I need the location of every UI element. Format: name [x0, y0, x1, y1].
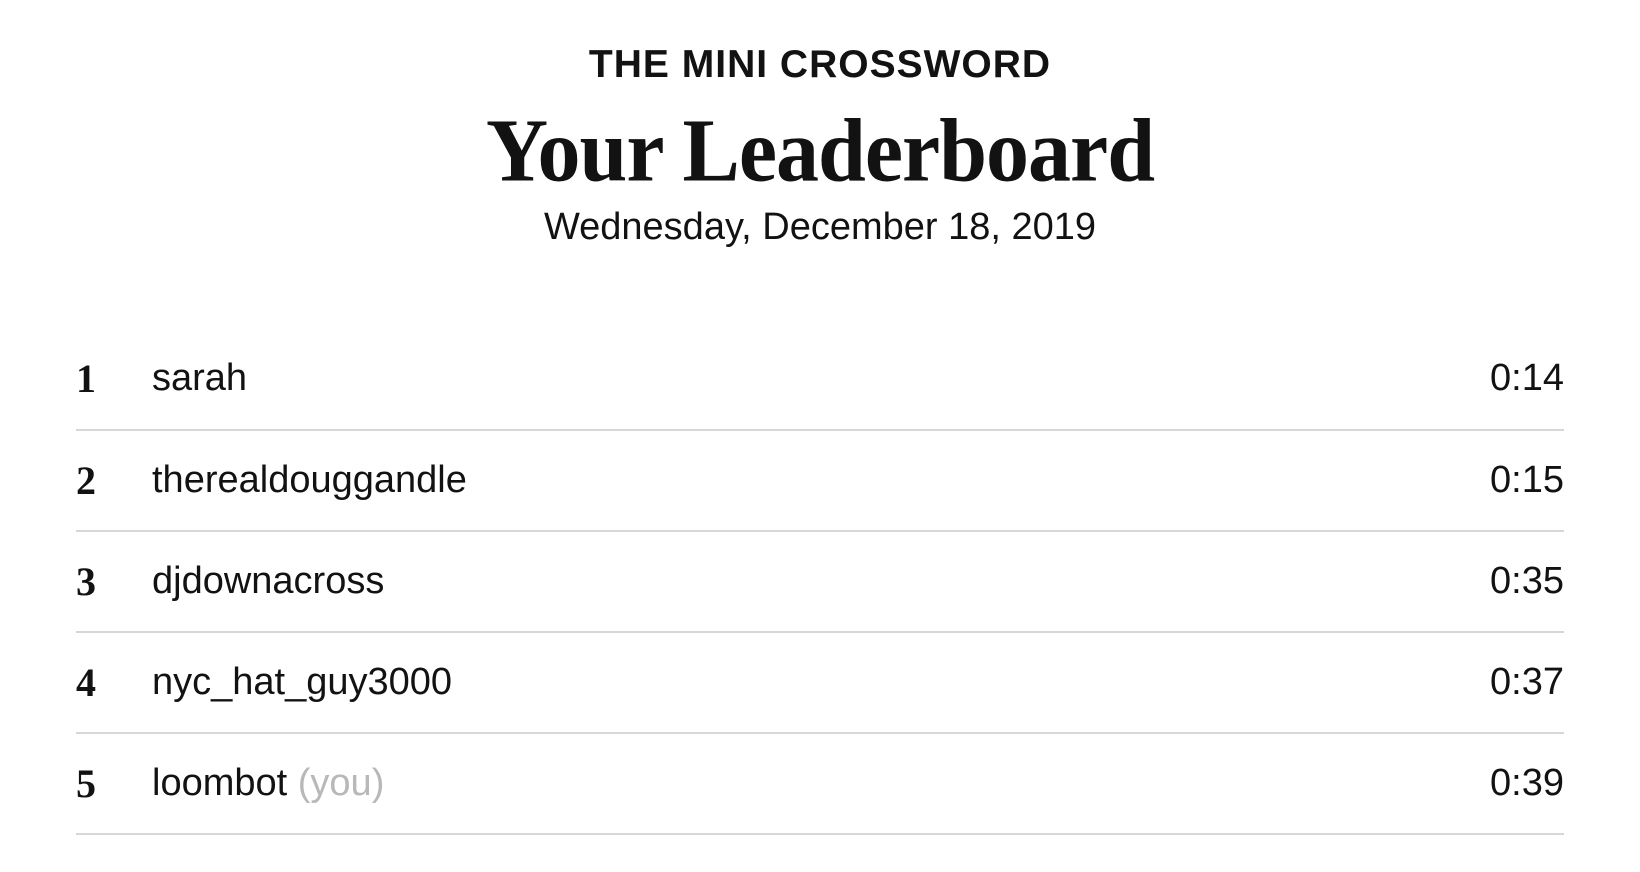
solve-time: 0:37: [1490, 661, 1564, 703]
leaderboard-row: 4 nyc_hat_guy3000 0:37: [76, 633, 1564, 734]
leaderboard-list: 1 sarah 0:14 2 therealdouggandle 0:15 3 …: [76, 328, 1564, 835]
leaderboard-row-current-user: 5 loombot (you) 0:39: [76, 734, 1564, 835]
rank-number: 1: [76, 356, 96, 401]
solve-time: 0:35: [1490, 560, 1564, 602]
leaderboard-row: 2 therealdouggandle 0:15: [76, 431, 1564, 532]
rank-number: 4: [76, 660, 96, 705]
page-title: Your Leaderboard: [485, 99, 1155, 201]
solve-time: 0:39: [1490, 762, 1564, 804]
puzzle-date: Wednesday, December 18, 2019: [543, 206, 1097, 248]
player-name: nyc_hat_guy3000: [152, 661, 453, 703]
leaderboard-row: 3 djdownacross 0:35: [76, 532, 1564, 633]
leaderboard-row: 1 sarah 0:14: [76, 328, 1564, 431]
player-name: djdownacross: [152, 560, 385, 602]
solve-time: 0:14: [1490, 357, 1564, 399]
rank-number: 3: [76, 559, 96, 604]
leaderboard-header: THE MINI CROSSWORD Your Leaderboard Wedn…: [0, 0, 1640, 252]
puzzle-eyebrow: THE MINI CROSSWORD: [588, 43, 1052, 86]
player-name: loombot: [152, 762, 288, 804]
player-name: sarah: [152, 357, 248, 399]
solve-time: 0:15: [1490, 459, 1564, 501]
player-name: therealdouggandle: [152, 459, 467, 501]
rank-number: 5: [76, 761, 96, 806]
rank-number: 2: [76, 458, 96, 503]
player-name-cell: loombot (you): [152, 762, 1490, 805]
current-user-tag: (you): [297, 762, 385, 804]
